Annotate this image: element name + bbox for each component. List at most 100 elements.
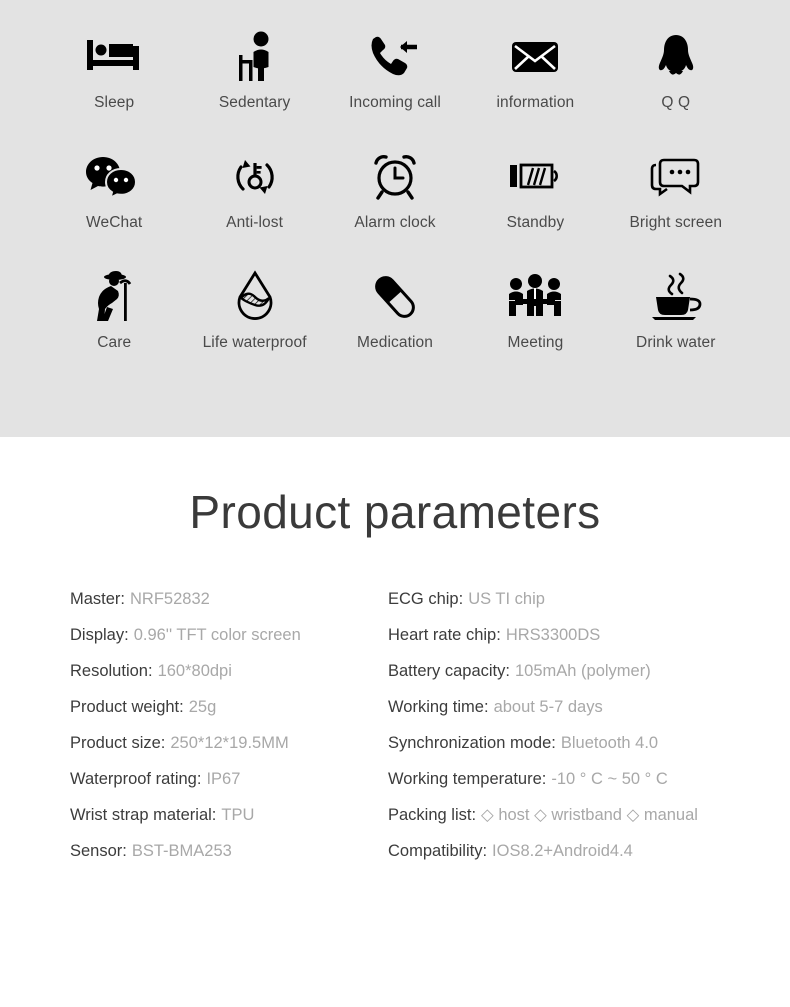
feature-item-bright-screen[interactable]: Bright screen xyxy=(606,146,746,266)
feature-icons-panel: Sleep Sedentary Incoming call informatio… xyxy=(0,0,790,437)
param-value: -10 ° C ~ 50 ° C xyxy=(551,769,668,788)
feature-label: Standby xyxy=(506,214,565,231)
feature-item-information[interactable]: information xyxy=(465,26,605,146)
product-parameters-section: Product parameters Master: NRF52832 Disp… xyxy=(0,437,790,869)
param-value: Bluetooth 4.0 xyxy=(560,733,659,752)
param-value: ◇ host ◇ wristband ◇ manual xyxy=(481,806,698,824)
wechat-bubbles-icon xyxy=(85,146,143,208)
feature-item-medication[interactable]: Medication xyxy=(325,266,465,386)
feature-label: information xyxy=(496,94,575,111)
param-value: US TI chip xyxy=(468,589,545,608)
param-label: Master: xyxy=(70,589,126,608)
qq-penguin-icon xyxy=(655,26,697,88)
bed-icon xyxy=(85,26,143,88)
feature-item-qq[interactable]: Q Q xyxy=(606,26,746,146)
param-row-wrist-strap-material: Wrist strap material: TPU xyxy=(70,797,388,833)
feature-item-incoming-call[interactable]: Incoming call xyxy=(325,26,465,146)
param-value: IOS8.2+Android4.4 xyxy=(492,841,633,860)
parameters-left-column: Master: NRF52832 Display: 0.96'' TFT col… xyxy=(70,581,388,869)
param-label: Product weight: xyxy=(70,697,184,716)
feature-item-sedentary[interactable]: Sedentary xyxy=(184,26,324,146)
param-label: Battery capacity: xyxy=(388,661,510,680)
envelope-icon xyxy=(511,26,559,88)
param-value: 160*80dpi xyxy=(157,661,232,680)
alarm-clock-icon xyxy=(370,146,420,208)
sedentary-person-icon xyxy=(232,26,278,88)
param-value: 25g xyxy=(188,697,217,716)
param-value: TPU xyxy=(221,805,255,824)
param-label: Compatibility: xyxy=(388,841,488,860)
feature-label: Incoming call xyxy=(349,94,441,111)
page-title: Product parameters xyxy=(189,486,601,538)
param-label: Heart rate chip: xyxy=(388,625,501,644)
param-value: NRF52832 xyxy=(130,589,210,608)
param-label: Resolution: xyxy=(70,661,153,680)
battery-icon xyxy=(508,146,562,208)
param-row-compatibility: Compatibility: IOS8.2+Android4.4 xyxy=(388,833,724,869)
water-droplet-icon xyxy=(232,266,278,328)
feature-item-alarm-clock[interactable]: Alarm clock xyxy=(325,146,465,266)
param-label: Wrist strap material: xyxy=(70,805,217,824)
param-row-working-time: Working time: about 5-7 days xyxy=(388,689,724,725)
chat-screen-icon xyxy=(650,146,702,208)
param-row-product-weight: Product weight: 25g xyxy=(70,689,388,725)
param-row-packing-list: Packing list: ◇ host ◇ wristband ◇ manua… xyxy=(388,797,724,833)
feature-grid: Sleep Sedentary Incoming call informatio… xyxy=(44,26,746,386)
param-row-sensor: Sensor: BST-BMA253 xyxy=(70,833,388,869)
param-label: Display: xyxy=(70,625,129,644)
param-label: Product size: xyxy=(70,733,166,752)
param-label: ECG chip: xyxy=(388,589,464,608)
param-value: 0.96'' TFT color screen xyxy=(133,625,301,644)
feature-item-sleep[interactable]: Sleep xyxy=(44,26,184,146)
param-label: Waterproof rating: xyxy=(70,769,202,788)
param-row-working-temperature: Working temperature: -10 ° C ~ 50 ° C xyxy=(388,761,724,797)
parameters-columns: Master: NRF52832 Display: 0.96'' TFT col… xyxy=(0,581,790,869)
feature-label: Sleep xyxy=(94,94,135,111)
incoming-call-icon xyxy=(367,26,423,88)
feature-label: Q Q xyxy=(661,94,691,111)
feature-item-care[interactable]: Care xyxy=(44,266,184,386)
coffee-cup-icon xyxy=(648,266,704,328)
param-row-master: Master: NRF52832 xyxy=(70,581,388,617)
param-value: BST-BMA253 xyxy=(131,841,232,860)
feature-label: Anti-lost xyxy=(226,214,284,231)
param-value: 105mAh (polymer) xyxy=(514,661,651,680)
param-row-waterproof-rating: Waterproof rating: IP67 xyxy=(70,761,388,797)
feature-label: Care xyxy=(97,334,132,351)
param-row-synchronization-mode: Synchronization mode: Bluetooth 4.0 xyxy=(388,725,724,761)
feature-item-drink-water[interactable]: Drink water xyxy=(606,266,746,386)
param-value: HRS3300DS xyxy=(505,625,601,644)
feature-label: Medication xyxy=(357,334,433,351)
param-value: 250*12*19.5MM xyxy=(170,733,289,752)
meeting-people-icon xyxy=(505,266,565,328)
pill-capsule-icon xyxy=(371,266,419,328)
param-value: IP67 xyxy=(206,769,241,788)
param-row-display: Display: 0.96'' TFT color screen xyxy=(70,617,388,653)
feature-label: WeChat xyxy=(86,214,143,231)
feature-item-meeting[interactable]: Meeting xyxy=(465,266,605,386)
feature-item-standby[interactable]: Standby xyxy=(465,146,605,266)
param-label: Synchronization mode: xyxy=(388,733,556,752)
param-label: Working temperature: xyxy=(388,769,547,788)
param-row-product-size: Product size: 250*12*19.5MM xyxy=(70,725,388,761)
elderly-care-icon xyxy=(90,266,138,328)
param-value: about 5-7 days xyxy=(493,697,603,716)
feature-label: Life waterproof xyxy=(202,334,307,351)
param-label: Working time: xyxy=(388,697,489,716)
feature-label: Drink water xyxy=(636,334,716,351)
anti-lost-key-icon xyxy=(230,146,280,208)
feature-item-anti-lost[interactable]: Anti-lost xyxy=(184,146,324,266)
feature-label: Alarm clock xyxy=(354,214,436,231)
param-label: Sensor: xyxy=(70,841,127,860)
feature-label: Meeting xyxy=(507,334,564,351)
feature-item-wechat[interactable]: WeChat xyxy=(44,146,184,266)
feature-item-life-waterproof[interactable]: Life waterproof xyxy=(184,266,324,386)
feature-label: Sedentary xyxy=(218,94,291,111)
param-label: Packing list: xyxy=(388,805,477,824)
feature-label: Bright screen xyxy=(629,214,723,231)
product-detail-page: Sleep Sedentary Incoming call informatio… xyxy=(0,0,790,1007)
param-row-heart-rate-chip: Heart rate chip: HRS3300DS xyxy=(388,617,724,653)
param-row-resolution: Resolution: 160*80dpi xyxy=(70,653,388,689)
param-row-battery-capacity: Battery capacity: 105mAh (polymer) xyxy=(388,653,724,689)
param-row-ecg-chip: ECG chip: US TI chip xyxy=(388,581,724,617)
